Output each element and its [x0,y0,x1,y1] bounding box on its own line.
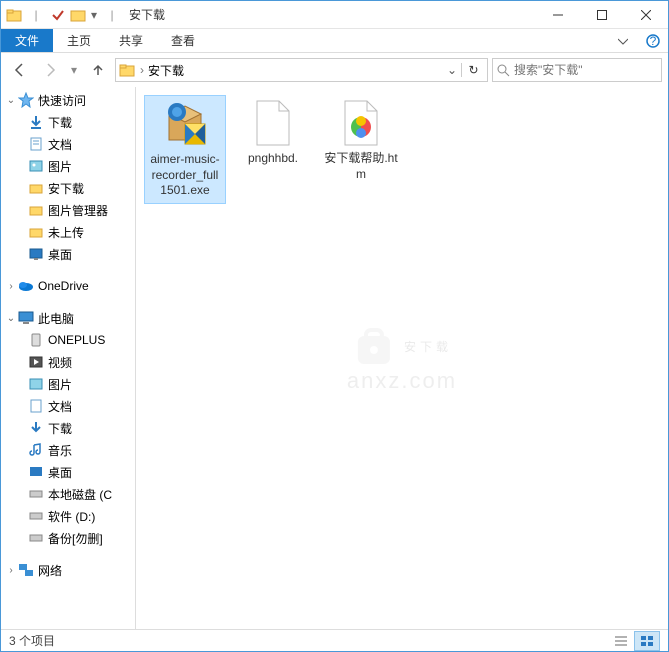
search-box[interactable] [492,58,662,82]
refresh-button[interactable]: ↻ [461,63,485,77]
file-item[interactable]: aimer-music-recorder_full1501.exe [144,95,226,204]
sidebar-item-oneplus[interactable]: ONEPLUS [1,329,135,351]
tab-share[interactable]: 共享 [105,29,157,52]
network-icon [17,561,35,579]
address-chevron-icon[interactable]: › [140,63,144,77]
search-icon [497,64,510,77]
file-item[interactable]: 安下载帮助.htm [320,95,402,204]
file-label: 安下载帮助.htm [324,151,398,182]
navbar: ▾ › 安下载 ⌄ ↻ [1,53,668,87]
sidebar-item-desktop2[interactable]: 桌面 [1,461,135,483]
forward-button[interactable] [37,57,63,83]
status-count: 3 个项目 [9,632,55,649]
file-item[interactable]: pnghhbd. [232,95,314,204]
minimize-button[interactable] [536,1,580,29]
window-title: 安下载 [129,6,165,23]
chevron-right-icon[interactable]: › [5,281,17,292]
svg-text:?: ? [650,34,657,48]
close-button[interactable] [624,1,668,29]
download-icon [27,419,45,437]
download-icon [27,113,45,131]
sidebar-item-documents2[interactable]: 文档 [1,395,135,417]
search-input[interactable] [514,63,669,77]
qat-check-icon[interactable] [49,6,67,24]
qat-dropdown-icon[interactable]: ▾ [89,6,99,24]
drive-icon [27,507,45,525]
qat-sep: | [27,6,45,24]
chevron-down-icon[interactable]: ⌄ [5,313,17,324]
sidebar-item-documents[interactable]: 文档 [1,133,135,155]
view-details-button[interactable] [608,631,634,651]
sidebar-item-backup[interactable]: 备份[勿删] [1,527,135,549]
folder-icon [27,179,45,197]
help-button[interactable]: ? [638,29,668,52]
sidebar-item-drive-c[interactable]: 本地磁盘 (C [1,483,135,505]
sidebar-item-anxz[interactable]: 安下载 [1,177,135,199]
installer-icon [161,100,209,148]
ribbon-expand-button[interactable] [608,29,638,52]
sidebar-this-pc[interactable]: ⌄此电脑 [1,307,135,329]
tab-view[interactable]: 查看 [157,29,209,52]
statusbar: 3 个项目 [1,629,668,651]
desktop-icon [27,463,45,481]
navigation-pane[interactable]: ⌄快速访问 下载 文档 图片 安下载 图片管理器 未上传 桌面 ›OneDriv… [1,87,136,631]
tab-home[interactable]: 主页 [53,29,105,52]
picture-icon [27,375,45,393]
pc-icon [17,309,35,327]
address-dropdown[interactable]: ⌄ [443,63,461,77]
sidebar-onedrive[interactable]: ›OneDrive [1,275,135,297]
drive-icon [27,529,45,547]
folder-icon [5,6,23,24]
view-icons-button[interactable] [634,631,660,651]
up-button[interactable] [85,57,111,83]
sidebar-item-picmgr[interactable]: 图片管理器 [1,199,135,221]
sidebar-network[interactable]: ›网络 [1,559,135,581]
document-icon [27,397,45,415]
sidebar-item-pictures2[interactable]: 图片 [1,373,135,395]
sidebar-item-notuploaded[interactable]: 未上传 [1,221,135,243]
file-list[interactable]: aimer-music-recorder_full1501.exe pnghhb… [136,87,668,631]
sidebar-quick-access[interactable]: ⌄快速访问 [1,89,135,111]
watermark: 安下载 anxz.com [347,324,457,394]
back-button[interactable] [7,57,33,83]
desktop-icon [27,245,45,263]
sidebar-item-downloads[interactable]: 下载 [1,111,135,133]
maximize-button[interactable] [580,1,624,29]
tab-file[interactable]: 文件 [1,29,53,52]
phone-icon [27,331,45,349]
video-icon [27,353,45,371]
sidebar-item-downloads2[interactable]: 下载 [1,417,135,439]
onedrive-icon [17,277,35,295]
titlebar: | ▾ | 安下载 [1,1,668,29]
folder-icon [27,223,45,241]
folder-icon [27,201,45,219]
music-icon [27,441,45,459]
blank-file-icon [249,99,297,147]
file-label: pnghhbd. [248,151,298,167]
drive-icon [27,485,45,503]
file-label: aimer-music-recorder_full1501.exe [149,152,221,199]
sidebar-item-drive-d[interactable]: 软件 (D:) [1,505,135,527]
ribbon-tabs: 文件 主页 共享 查看 ? [1,29,668,53]
sidebar-item-music[interactable]: 音乐 [1,439,135,461]
qat-sep2: | [103,6,121,24]
sidebar-item-videos[interactable]: 视频 [1,351,135,373]
qat-folder-icon[interactable] [69,6,87,24]
picture-icon [27,157,45,175]
sidebar-item-pictures[interactable]: 图片 [1,155,135,177]
document-icon [27,135,45,153]
address-bar[interactable]: › 安下载 ⌄ ↻ [115,58,488,82]
history-dropdown[interactable]: ▾ [67,63,81,77]
address-path[interactable]: 安下载 [148,62,443,79]
sidebar-item-desktop[interactable]: 桌面 [1,243,135,265]
htm-file-icon [337,99,385,147]
chevron-right-icon[interactable]: › [5,565,17,576]
star-icon [17,91,35,109]
address-folder-icon [118,61,136,79]
chevron-down-icon[interactable]: ⌄ [5,95,17,106]
